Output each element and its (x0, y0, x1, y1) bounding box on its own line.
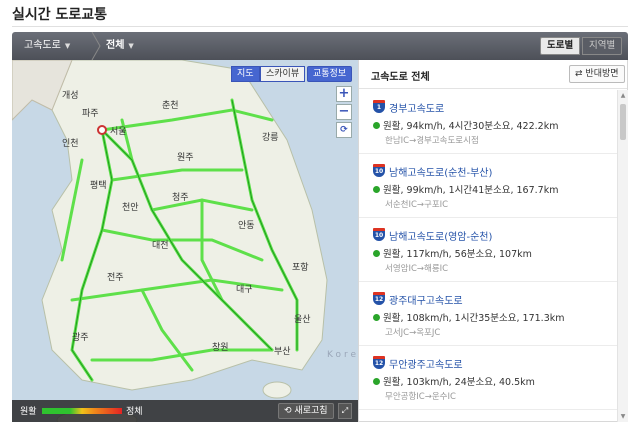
breadcrumb-all[interactable]: 전체 ▼ (106, 32, 134, 60)
swap-icon: ⇄ (575, 69, 583, 79)
traffic-status-text: 원활, 94km/h, 4시간30분소요, 422.2km (383, 121, 559, 132)
breadcrumb-separator-icon (91, 32, 101, 60)
highway-shield-icon: 10 (373, 228, 385, 241)
traffic-status: 원활, 108km/h, 1시간35분소요, 171.3km (373, 310, 565, 324)
city-label: 부산 (274, 347, 291, 357)
city-label: 평택 (90, 181, 107, 191)
status-dot-icon (373, 122, 380, 129)
road-name-link[interactable]: 경부고속도로 (389, 100, 444, 115)
scrollbar-thumb[interactable] (620, 104, 626, 140)
zoom-in-button[interactable]: + (336, 86, 352, 102)
traffic-map[interactable]: 개성 춘천 속초 파주 서울 원주 인천 강릉 평택 천안 청주 안동 대전 포… (12, 60, 358, 422)
scroll-down-icon[interactable]: ▼ (619, 413, 627, 420)
city-label: 원주 (177, 153, 194, 163)
legend-color-bar (42, 408, 122, 414)
traffic-status-text: 원활, 117km/h, 56분소요, 107km (383, 249, 532, 260)
breadcrumb-all-label: 전체 (106, 40, 125, 51)
traffic-legend: 원활 정체 ⟲ 새로고침 ⤢ (12, 400, 358, 422)
list-item[interactable]: 12 광주대구고속도로 원활, 108km/h, 1시간35분소요, 171.3… (359, 282, 617, 346)
traffic-status: 원활, 94km/h, 4시간30분소요, 422.2km (373, 118, 558, 132)
map-view-button[interactable]: 지도 (231, 66, 260, 82)
reverse-direction-label: 반대방면 (585, 69, 619, 79)
status-dot-icon (373, 378, 380, 385)
divider (359, 88, 627, 89)
city-label: 광주 (72, 333, 89, 343)
skyview-button[interactable]: 스카이뷰 (260, 66, 306, 82)
sea-label: Korea (327, 350, 358, 360)
traffic-status: 원활, 103km/h, 24분소요, 40.5km (373, 374, 535, 388)
road-name-link[interactable]: 광주대구고속도로 (389, 292, 463, 307)
caret-down-icon: ▼ (64, 42, 71, 50)
city-label: 파주 (82, 109, 99, 119)
city-label: 청주 (172, 193, 189, 203)
city-label: 서울 (110, 127, 127, 137)
fullscreen-icon[interactable]: ⤢ (338, 403, 352, 419)
road-section: 고서JC→옥포JC (385, 328, 441, 338)
status-dot-icon (373, 314, 380, 321)
road-section: 서순천IC→구포IC (385, 200, 449, 210)
legend-smooth-label: 원활 (20, 407, 37, 417)
scroll-up-icon[interactable]: ▲ (619, 92, 627, 99)
city-label: 울산 (294, 315, 311, 325)
caret-down-icon: ▼ (128, 42, 134, 50)
breadcrumb-highway[interactable]: 고속도로 ▼ (24, 32, 70, 60)
city-label: 포항 (292, 263, 309, 273)
map-canvas (12, 60, 328, 422)
road-name-link[interactable]: 남해고속도로(영암-순천) (389, 228, 492, 243)
list-item[interactable]: 10 남해고속도로(영암-순천) 원활, 117km/h, 56분소요, 107… (359, 218, 617, 282)
list-item[interactable]: 10 남해고속도로(순천-부산) 원활, 99km/h, 1시간41분소요, 1… (359, 154, 617, 218)
city-label: 춘천 (162, 101, 179, 111)
road-section: 한남IC→경부고속도로시점 (385, 136, 479, 146)
highway-list: 1 경부고속도로 원활, 94km/h, 4시간30분소요, 422.2km 한… (359, 90, 617, 422)
road-section: 서영암IC→해룡IC (385, 264, 449, 274)
traffic-status: 원활, 99km/h, 1시간41분소요, 167.7km (373, 182, 558, 196)
city-label: 대구 (236, 285, 253, 295)
traffic-status: 원활, 117km/h, 56분소요, 107km (373, 246, 532, 260)
road-section: 무안공항IC→운수IC (385, 392, 456, 402)
zoom-out-button[interactable]: − (336, 104, 352, 120)
road-name-link[interactable]: 남해고속도로(순천-부산) (389, 164, 492, 179)
highway-shield-icon: 12 (373, 292, 385, 305)
traffic-info-button[interactable]: 교통정보 (307, 66, 353, 82)
city-label: 천안 (122, 203, 139, 213)
divider (12, 26, 628, 27)
traffic-status-text: 원활, 99km/h, 1시간41분소요, 167.7km (383, 185, 559, 196)
legend-congested-label: 정체 (126, 407, 143, 417)
city-label: 대전 (152, 241, 169, 251)
status-dot-icon (373, 186, 380, 193)
city-label: 강릉 (262, 133, 279, 143)
tab-by-region[interactable]: 지역별 (582, 37, 623, 55)
reverse-direction-button[interactable]: ⇄ 반대방면 (569, 65, 625, 83)
highway-shield-icon: 12 (373, 356, 385, 369)
refresh-icon: ⟲ (284, 406, 292, 416)
traffic-status-text: 원활, 108km/h, 1시간35분소요, 171.3km (383, 313, 565, 324)
road-name-link[interactable]: 무안광주고속도로 (389, 356, 463, 371)
city-label: 창원 (212, 343, 229, 353)
highway-shield-icon: 10 (373, 164, 385, 177)
traffic-status-text: 원활, 103km/h, 24분소요, 40.5km (383, 377, 535, 388)
city-label: 개성 (62, 91, 79, 101)
highway-list-panel: 고속도로 전체 ⇄ 반대방면 1 경부고속도로 원활, 94km/h, 4시간3… (358, 60, 628, 422)
page-title: 실시간 도로교통 (12, 7, 108, 23)
locate-icon[interactable]: ⟳ (336, 122, 352, 138)
breadcrumb-highway-label: 고속도로 (24, 40, 61, 51)
status-dot-icon (373, 250, 380, 257)
panel-title: 고속도로 전체 (371, 72, 430, 83)
highway-shield-icon: 1 (373, 100, 385, 113)
nav-bar: 고속도로 ▼ 전체 ▼ 도로별 지역별 (12, 32, 628, 60)
city-label: 인천 (62, 139, 79, 149)
city-label: 안동 (238, 221, 255, 231)
list-item[interactable]: 12 무안광주고속도로 원활, 103km/h, 24분소요, 40.5km 무… (359, 346, 617, 410)
list-scrollbar[interactable]: ▲ ▼ (617, 90, 628, 422)
refresh-label: 새로고침 (294, 406, 328, 416)
tab-by-road[interactable]: 도로별 (540, 37, 581, 55)
city-label: 전주 (107, 273, 124, 283)
list-item[interactable]: 1 경부고속도로 원활, 94km/h, 4시간30분소요, 422.2km 한… (359, 90, 617, 154)
refresh-button[interactable]: ⟲ 새로고침 (278, 403, 334, 419)
